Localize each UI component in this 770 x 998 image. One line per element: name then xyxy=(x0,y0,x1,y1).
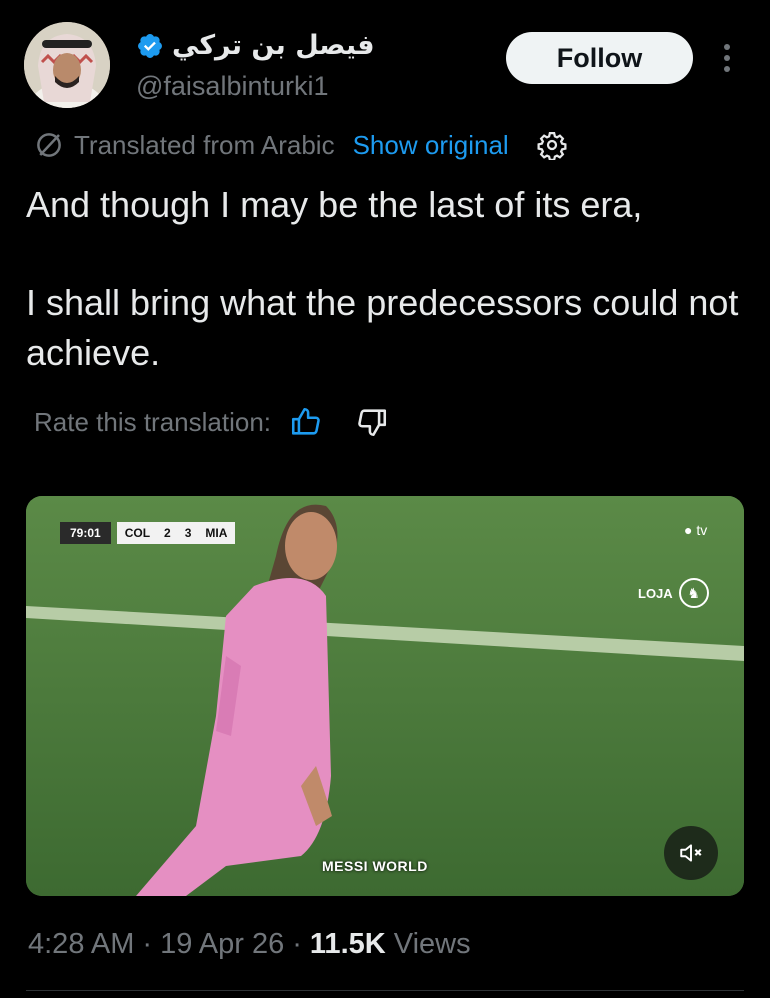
home-score: 2 xyxy=(164,526,171,540)
settings-gear-icon[interactable] xyxy=(537,130,567,160)
mute-icon[interactable] xyxy=(664,826,718,880)
away-score: 3 xyxy=(184,526,192,540)
tweet-line-1: And though I may be the last of its era, xyxy=(26,184,643,225)
meta-separator: · xyxy=(292,927,302,960)
verified-badge-icon xyxy=(138,34,162,58)
video-player[interactable]: 79:01 COL 2 3 MIA ● tv LOJA ♞ MESSI WORL… xyxy=(26,496,744,896)
scorebug: 79:01 COL 2 3 MIA xyxy=(60,522,236,544)
tweet-line-2: I shall bring what the predecessors coul… xyxy=(26,282,739,373)
divider xyxy=(26,990,744,991)
video-frame xyxy=(26,496,744,896)
channel-logo-text: LOJA xyxy=(638,585,673,601)
away-team: MIA xyxy=(205,526,228,540)
channel-logo: LOJA ♞ xyxy=(638,578,709,608)
show-original-link[interactable]: Show original xyxy=(353,130,509,161)
author-handle[interactable]: @faisalbinturki1 xyxy=(136,68,329,104)
globe-slash-icon xyxy=(37,133,61,157)
tweet-detail: فيصل بن تركي @faisalbinturki1 Follow Tra… xyxy=(0,0,770,998)
thumbs-down-icon[interactable] xyxy=(355,405,389,439)
more-options-icon[interactable] xyxy=(715,40,739,76)
channel-emblem-icon: ♞ xyxy=(678,578,709,608)
scorebug-teams: COL 2 3 MIA xyxy=(116,522,236,544)
follow-button[interactable]: Follow xyxy=(506,32,693,84)
tweet-meta: 4:28 AM · 19 Apr 26 · 11.5K Views xyxy=(28,922,471,966)
apple-tv-logo: ● tv xyxy=(684,522,708,538)
thumbs-up-icon[interactable] xyxy=(289,405,323,439)
match-clock: 79:01 xyxy=(60,522,111,544)
home-team: COL xyxy=(124,526,151,540)
rate-translation-label: Rate this translation: xyxy=(34,406,272,437)
translation-bar: Translated from Arabic Show original xyxy=(34,126,567,164)
tweet-text: And though I may be the last of its era,… xyxy=(26,180,746,378)
video-watermark: MESSI WORLD xyxy=(322,858,428,874)
rate-translation-row: Rate this translation: xyxy=(34,402,389,442)
views-count: 11.5K xyxy=(309,927,386,960)
meta-separator: · xyxy=(142,927,153,960)
tweet-date[interactable]: 19 Apr 26 xyxy=(160,928,284,961)
views-label: Views xyxy=(393,927,471,960)
author-avatar[interactable] xyxy=(24,22,110,108)
tweet-time[interactable]: 4:28 AM xyxy=(28,928,134,961)
author-display-name[interactable]: فيصل بن تركي xyxy=(172,26,375,66)
translated-from-label: Translated from Arabic xyxy=(74,129,335,160)
author-name-row[interactable]: فيصل بن تركي xyxy=(136,26,375,66)
